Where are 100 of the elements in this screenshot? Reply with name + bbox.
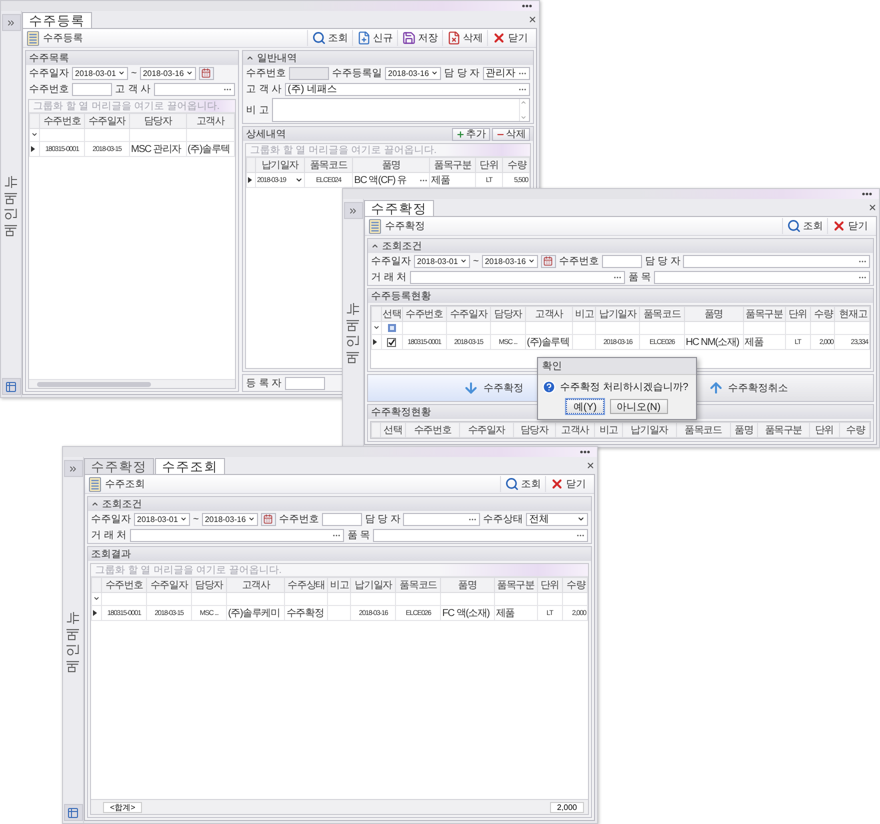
column-header[interactable]: 수주번호: [102, 578, 146, 592]
column-header[interactable]: 고객사: [186, 114, 234, 128]
toolbar-button[interactable]: 조회: [307, 30, 352, 46]
dialog-button[interactable]: 아니오(N): [610, 399, 668, 414]
column-header[interactable]: 품명: [440, 578, 494, 592]
date-field[interactable]: 2018-03-16: [202, 512, 258, 526]
column-header[interactable]: 품목코드: [396, 578, 441, 592]
input-field[interactable]: [322, 512, 362, 526]
lookup-field[interactable]: [373, 528, 588, 542]
close-icon[interactable]: [528, 15, 537, 24]
tab[interactable]: 수주확정: [84, 458, 154, 474]
column-header[interactable]: 고객사: [226, 578, 285, 592]
table-cell[interactable]: BC 액(CF) 유: [354, 173, 428, 187]
date-field[interactable]: 2018-03-01: [72, 66, 128, 80]
column-header[interactable]: 비고: [328, 578, 351, 592]
lookup-field[interactable]: 관리자: [482, 66, 530, 80]
column-header[interactable]: 품명: [730, 422, 758, 438]
column-header[interactable]: 수량: [562, 578, 588, 592]
side-menu-label[interactable]: 메인메뉴: [344, 300, 362, 364]
column-header[interactable]: 품목코드: [304, 158, 353, 172]
column-header[interactable]: 수주일자: [459, 422, 514, 438]
tab[interactable]: 수주확정: [364, 200, 434, 216]
lookup-field[interactable]: [130, 528, 344, 542]
column-header[interactable]: 품목코드: [676, 422, 730, 438]
calendar-menu-button[interactable]: [64, 804, 82, 821]
column-header[interactable]: 단위: [537, 578, 562, 592]
column-header[interactable]: 품명: [352, 158, 430, 172]
calendar-menu-button[interactable]: [2, 378, 20, 395]
toolbar-button[interactable]: 저장: [397, 30, 442, 46]
expand-menu-button[interactable]: [64, 460, 82, 477]
column-header[interactable]: 수주번호: [40, 114, 84, 128]
column-header[interactable]: 품목구분: [430, 158, 476, 172]
column-header[interactable]: 수주번호: [406, 422, 460, 438]
date-field[interactable]: 2018-03-16: [140, 66, 196, 80]
lookup-field[interactable]: [410, 270, 626, 284]
column-header[interactable]: 담당자: [513, 422, 556, 438]
column-header[interactable]: 선택: [380, 422, 406, 438]
column-header[interactable]: 수량: [839, 422, 870, 438]
column-header[interactable]: 비고: [594, 422, 622, 438]
date-field[interactable]: 2018-03-16: [482, 254, 538, 268]
input-field[interactable]: [602, 254, 642, 268]
column-header[interactable]: 납기일자: [622, 422, 676, 438]
date-field[interactable]: 2018-03-01: [134, 512, 190, 526]
column-header[interactable]: 수주상태: [284, 578, 328, 592]
column-header[interactable]: 수량: [810, 306, 835, 322]
dialog-button[interactable]: 예(Y): [566, 399, 604, 414]
tab[interactable]: 수주조회: [155, 458, 225, 474]
toolbar-button[interactable]: 조회: [782, 218, 827, 234]
collapse-icon[interactable]: [246, 54, 254, 62]
column-header[interactable]: 담당자: [490, 306, 526, 322]
toolbar-button[interactable]: 조회: [500, 476, 545, 492]
column-header[interactable]: 수주번호: [402, 306, 446, 322]
column-header[interactable]: 단위: [809, 422, 840, 438]
column-header[interactable]: 수량: [502, 158, 530, 172]
column-header[interactable]: 현재고: [834, 306, 870, 322]
side-menu-label[interactable]: 메인메뉴: [2, 172, 20, 236]
toolbar-button[interactable]: 신규: [352, 30, 397, 46]
column-header[interactable]: 비고: [572, 306, 596, 322]
column-header[interactable]: 품명: [684, 306, 744, 322]
column-header[interactable]: 납기일자: [256, 158, 304, 172]
lookup-field[interactable]: [683, 254, 870, 268]
column-header[interactable]: 단위: [476, 158, 502, 172]
column-header[interactable]: 담당자: [129, 114, 186, 128]
horizontal-scrollbar[interactable]: [29, 379, 235, 388]
close-icon[interactable]: [586, 461, 595, 470]
lookup-field[interactable]: [154, 82, 235, 96]
column-header[interactable]: 납기일자: [350, 578, 396, 592]
column-header[interactable]: 단위: [785, 306, 810, 322]
input-field[interactable]: [72, 82, 112, 96]
calendar-button[interactable]: [198, 66, 214, 80]
lookup-field[interactable]: [403, 512, 480, 526]
memo-field[interactable]: [272, 98, 530, 122]
expand-menu-button[interactable]: [2, 14, 20, 31]
lookup-field[interactable]: [654, 270, 870, 284]
input-field[interactable]: [284, 376, 325, 390]
side-menu-label[interactable]: 메인메뉴: [64, 608, 82, 672]
column-header[interactable]: 선택: [382, 306, 402, 322]
grid-button[interactable]: 추가: [452, 128, 490, 140]
toolbar-button[interactable]: 삭제: [442, 30, 487, 46]
tab[interactable]: 수주등록: [22, 12, 92, 28]
calendar-button[interactable]: [260, 512, 276, 526]
date-field[interactable]: 2018-03-01: [414, 254, 470, 268]
column-header[interactable]: 수주일자: [84, 114, 130, 128]
row-checkbox[interactable]: [387, 338, 396, 346]
scroll-up-icon[interactable]: [520, 99, 527, 106]
column-header[interactable]: 품목코드: [640, 306, 684, 322]
toolbar-button[interactable]: 닫기: [545, 476, 590, 492]
column-header[interactable]: 고객사: [555, 422, 595, 438]
dropdown-field[interactable]: 전체: [526, 512, 588, 526]
column-header[interactable]: 품목구분: [494, 578, 538, 592]
toolbar-button[interactable]: 닫기: [827, 218, 872, 234]
column-header[interactable]: 품목구분: [743, 306, 786, 322]
expand-menu-button[interactable]: [344, 202, 362, 219]
column-header[interactable]: 고객사: [525, 306, 573, 322]
filter-checkbox-icon[interactable]: [388, 324, 396, 332]
column-header[interactable]: 수주일자: [446, 306, 491, 322]
calendar-button[interactable]: [540, 254, 556, 268]
collapse-icon[interactable]: [371, 242, 379, 250]
toolbar-button[interactable]: 닫기: [487, 30, 532, 46]
column-header[interactable]: 품목구분: [758, 422, 810, 438]
